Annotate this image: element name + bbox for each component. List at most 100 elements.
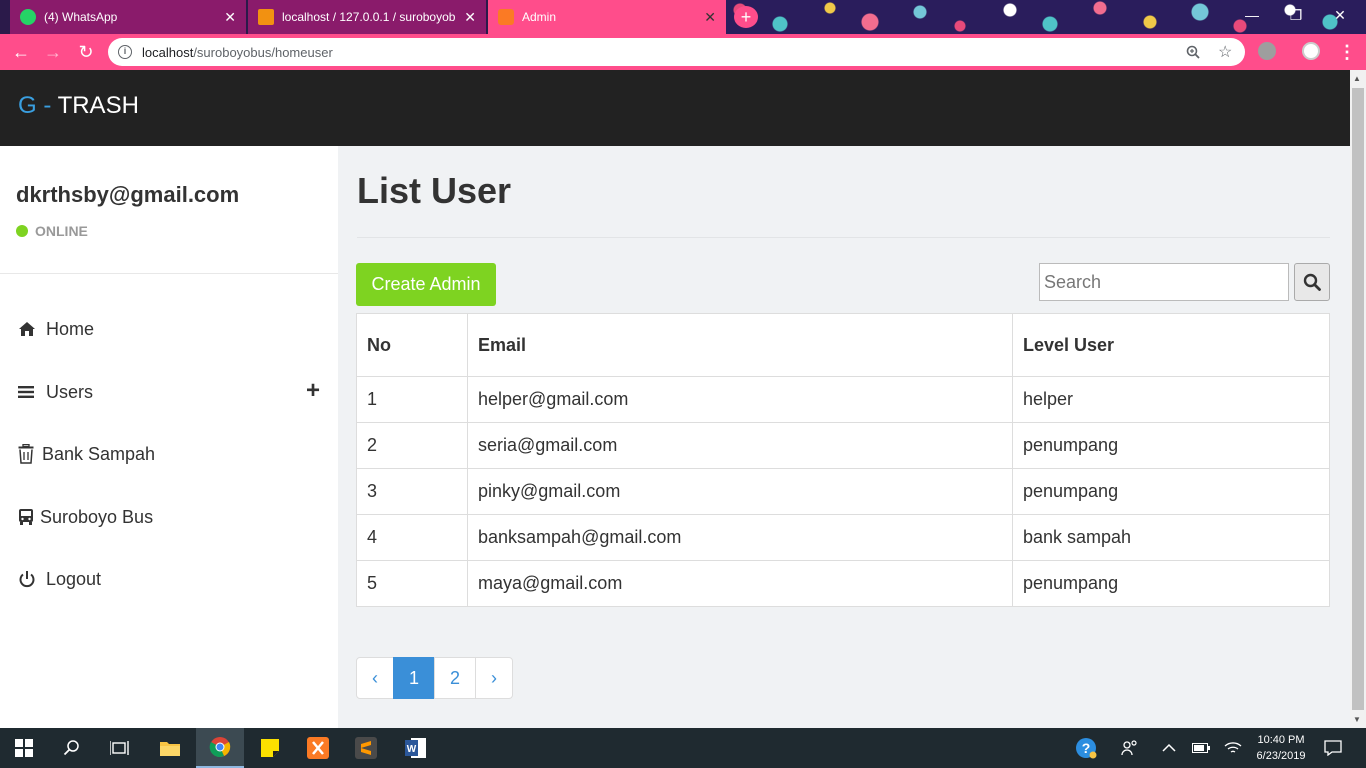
sticky-notes-icon[interactable] [246,728,294,768]
browser-tab-strip: (4) WhatsApp ✕ localhost / 127.0.0.1 / s… [0,0,1366,34]
sidebar-item-users[interactable]: Users + [18,377,328,407]
tab-title: Admin [522,10,557,24]
table-row[interactable]: 1 helper@gmail.com helper [356,376,1330,423]
tab-phpmyadmin[interactable]: localhost / 127.0.0.1 / suroboyob ✕ [248,0,486,34]
extension-line-icon[interactable] [1258,42,1276,60]
bookmark-star-icon[interactable]: ☆ [1218,42,1232,62]
user-table: No Email Level User 1 helper@gmail.com h… [356,313,1330,607]
bus-icon [18,508,36,526]
chrome-taskbar-icon[interactable] [196,728,244,768]
cell-email: helper@gmail.com [467,376,1013,423]
sidebar-item-logout[interactable]: Logout [18,564,328,594]
table-row[interactable]: 4 banksampah@gmail.com bank sampah [356,514,1330,561]
sublime-text-icon[interactable] [342,728,390,768]
cell-email: pinky@gmail.com [467,468,1013,515]
brand-logo[interactable]: G - TRASH [18,92,139,120]
xampp-taskbar-icon[interactable] [294,728,342,768]
xampp-icon [498,9,514,25]
tab-admin[interactable]: Admin ✕ [488,0,726,34]
tab-title: (4) WhatsApp [44,10,118,24]
cell-level-user: penumpang [1012,560,1330,607]
close-window-icon[interactable]: ✕ [1318,0,1362,34]
tab-title: localhost / 127.0.0.1 / suroboyob [282,10,456,24]
clock-date: 6/23/2019 [1256,750,1306,762]
help-icon[interactable]: ? [1074,728,1098,768]
word-icon[interactable]: W [392,728,440,768]
profile-avatar[interactable] [1302,42,1320,60]
pagination-next-button[interactable]: › [475,657,513,699]
sidebar-item-label: Suroboyo Bus [40,506,154,527]
sidebar-divider [0,273,338,274]
search-button[interactable] [1294,263,1330,301]
info-icon[interactable]: i [118,45,132,59]
whatsapp-icon [20,9,36,25]
cell-level-user: helper [1012,376,1330,423]
user-email: dkrthsby@gmail.com [16,182,240,207]
battery-icon[interactable] [1190,728,1212,768]
sidebar-item-label: Home [46,318,95,339]
sidebar-item-label: Logout [46,568,102,589]
file-explorer-icon[interactable] [146,728,194,768]
people-icon[interactable] [1118,728,1142,768]
windows-start-icon[interactable] [0,728,48,768]
chevron-up-icon[interactable] [1158,728,1180,768]
phpmyadmin-icon [258,9,274,25]
column-header-no[interactable]: No [356,313,468,377]
wifi-icon[interactable] [1222,728,1244,768]
vertical-scrollbar[interactable]: ▲ ▼ [1350,70,1366,728]
bars-icon [18,385,40,399]
restore-icon[interactable]: ❐ [1274,0,1318,34]
trash-icon [18,444,36,464]
back-arrow-icon[interactable]: ← [10,41,32,63]
search-input[interactable] [1039,263,1289,301]
sidebar-item-label: Bank Sampah [42,443,156,464]
pagination: ‹ 1 2 › [356,657,513,699]
scroll-up-icon[interactable]: ▲ [1353,74,1361,83]
table-row[interactable]: 5 maya@gmail.com penumpang [356,560,1330,607]
online-dot-icon [16,225,28,237]
column-header-level-user[interactable]: Level User [1012,313,1330,377]
status-indicator: ONLINE [16,223,88,239]
cell-no: 5 [356,560,468,607]
pagination-page-1[interactable]: 1 [393,657,435,699]
expand-plus-icon[interactable]: + [306,379,320,403]
cell-level-user: penumpang [1012,468,1330,515]
forward-arrow-icon[interactable]: → [42,41,64,63]
url-host: localhost [142,44,194,60]
app-header: G - TRASH [0,70,1350,146]
home-icon [18,321,40,337]
browser-menu-icon[interactable]: ⋮ [1336,41,1358,63]
cell-no: 1 [356,376,468,423]
search-icon [1303,273,1321,291]
close-tab-icon[interactable]: ✕ [224,9,236,26]
sidebar-item-home[interactable]: Home [18,314,328,344]
minimize-icon[interactable]: — [1230,0,1274,34]
url-path: /suroboyobus/homeuser [193,44,333,60]
scroll-down-icon[interactable]: ▼ [1353,715,1361,724]
create-admin-button[interactable]: Create Admin [356,263,496,306]
brand-name: TRASH [57,92,139,119]
sidebar-item-bank-sampah[interactable]: Bank Sampah [18,439,328,469]
address-bar[interactable]: i localhost/suroboyobus/homeuser ☆ [108,38,1245,66]
task-view-icon[interactable] [96,728,144,768]
reload-icon[interactable]: ↻ [75,41,97,63]
close-tab-icon[interactable]: ✕ [704,9,716,26]
close-tab-icon[interactable]: ✕ [464,9,476,26]
pagination-prev-button[interactable]: ‹ [356,657,394,699]
table-row[interactable]: 3 pinky@gmail.com penumpang [356,468,1330,515]
sidebar-item-suroboyo-bus[interactable]: Suroboyo Bus [18,502,328,532]
pagination-page-2[interactable]: 2 [434,657,476,699]
sidebar-item-label: Users [46,381,94,402]
power-icon [18,570,40,588]
table-row[interactable]: 2 seria@gmail.com penumpang [356,422,1330,469]
sidebar: dkrthsby@gmail.com ONLINE Home Users + B… [0,146,338,728]
new-tab-button[interactable]: + [734,6,758,28]
windows-taskbar: W ? 10:40 PM 6/23/2019 [0,728,1366,768]
search-taskbar-icon[interactable] [48,728,96,768]
system-clock[interactable]: 10:40 PM 6/23/2019 [1246,732,1316,764]
scrollbar-thumb[interactable] [1352,88,1364,710]
column-header-email[interactable]: Email [467,313,1013,377]
notifications-icon[interactable] [1320,728,1346,768]
tab-whatsapp[interactable]: (4) WhatsApp ✕ [10,0,246,34]
zoom-icon[interactable] [1186,45,1200,59]
